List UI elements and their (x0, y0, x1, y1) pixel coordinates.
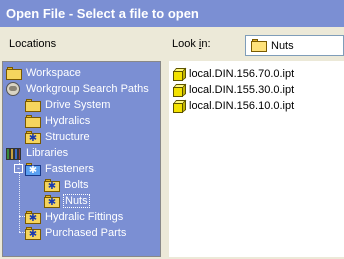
globe-icon (6, 82, 22, 96)
file-name: local.DIN.156.70.0.ipt (189, 68, 295, 80)
blue-star-folder-icon: ✱ (25, 162, 41, 176)
file-name: local.DIN.156.10.0.ipt (189, 100, 295, 112)
tree-item-label: Nuts (63, 194, 90, 208)
part-file-icon (173, 83, 187, 97)
tree-item-label: Libraries (26, 147, 69, 159)
file-name: local.DIN.155.30.0.ipt (189, 84, 295, 96)
tree-item-label: Workgroup Search Paths (26, 83, 149, 95)
part-file-icon (173, 67, 187, 81)
tree-item-workspace[interactable]: Workspace (6, 65, 82, 81)
tree-item-label: Purchased Parts (45, 227, 127, 239)
tree-item-label: Hydralics (45, 115, 91, 127)
tree-item-nuts[interactable]: ✱ Nuts (44, 193, 90, 209)
tree-item-label: Hydralic Fittings (45, 211, 124, 223)
window-title: Open File - Select a file to open (6, 6, 199, 21)
look-in-dropdown[interactable]: Nuts (245, 35, 344, 56)
tree-item-label: Workspace (26, 67, 81, 79)
star-folder-icon: ✱ (25, 130, 41, 144)
folder-icon (25, 114, 41, 128)
file-list[interactable]: local.DIN.156.70.0.ipt local.DIN.155.30.… (169, 61, 344, 257)
file-item[interactable]: local.DIN.155.30.0.ipt (173, 82, 294, 98)
collapse-toggle[interactable]: - (14, 164, 23, 173)
folder-icon (6, 66, 22, 80)
title-bar: Open File - Select a file to open (0, 0, 344, 27)
look-in-value: Nuts (271, 39, 294, 52)
tree-item-label: Drive System (45, 99, 111, 111)
tree-item-drive-system[interactable]: Drive System (25, 97, 111, 113)
tree-item-hydralic-fittings[interactable]: ✱ Hydralic Fittings (25, 209, 124, 225)
locations-label: Locations (9, 38, 57, 50)
locations-tree[interactable]: Workspace Workgroup Search Paths Drive S… (2, 61, 161, 257)
file-item[interactable]: local.DIN.156.70.0.ipt (173, 66, 294, 82)
books-icon (6, 147, 22, 160)
folder-icon (251, 39, 267, 52)
tree-item-label: Fasteners (45, 163, 94, 175)
file-item[interactable]: local.DIN.156.10.0.ipt (173, 98, 294, 114)
tree-item-label: Bolts (64, 179, 89, 191)
tree-item-fasteners[interactable]: ✱ Fasteners (25, 161, 95, 177)
star-folder-icon: ✱ (25, 210, 41, 224)
tree-item-libraries[interactable]: Libraries (6, 145, 69, 161)
tree-item-purchased-parts[interactable]: ✱ Purchased Parts (25, 225, 127, 241)
tree-item-structure[interactable]: ✱ Structure (25, 129, 91, 145)
look-in-label: Look in: (172, 38, 211, 50)
folder-icon (25, 98, 41, 112)
tree-item-hydralics[interactable]: Hydralics (25, 113, 91, 129)
tree-item-bolts[interactable]: ✱ Bolts (44, 177, 89, 193)
star-folder-icon: ✱ (44, 194, 60, 208)
star-folder-icon: ✱ (44, 178, 60, 192)
look-in-label-suffix: n: (201, 38, 211, 50)
star-folder-icon: ✱ (25, 226, 41, 240)
tree-item-workgroup-search-paths[interactable]: Workgroup Search Paths (6, 81, 150, 97)
look-in-label-prefix: Look (172, 38, 199, 50)
part-file-icon (173, 99, 187, 113)
tree-item-label: Structure (45, 131, 90, 143)
